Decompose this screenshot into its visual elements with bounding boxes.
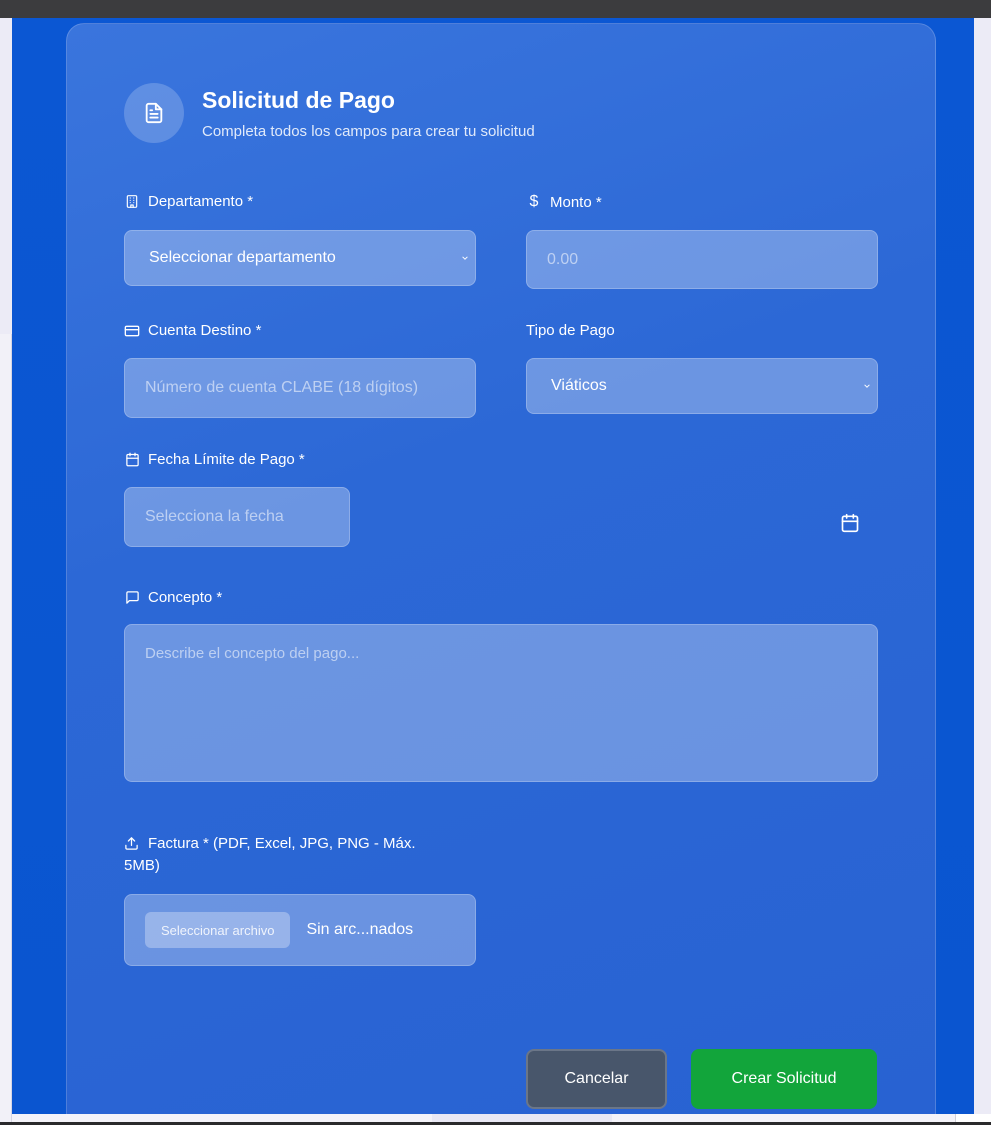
cancel-button[interactable]: Cancelar xyxy=(526,1049,667,1109)
tipo-select[interactable]: Viáticos xyxy=(526,358,878,414)
monto-placeholder: 0.00 xyxy=(547,250,579,268)
departamento-select[interactable]: Seleccionar departamento xyxy=(124,230,476,286)
factura-label-line1: Factura * (PDF, Excel, JPG, PNG - Máx. xyxy=(148,835,416,852)
file-status: Sin arc...nados xyxy=(306,921,414,938)
concepto-label-text: Concepto * xyxy=(148,589,223,606)
factura-label: Factura * (PDF, Excel, JPG, PNG - Máx. 5… xyxy=(124,833,484,877)
browser-top-bar xyxy=(0,0,991,18)
page-background-left xyxy=(0,334,12,1125)
concepto-placeholder: Describe el concepto del pago... xyxy=(145,645,360,662)
cuenta-label: Cuenta Destino * xyxy=(124,322,261,339)
fecha-input[interactable]: Selecciona la fecha xyxy=(124,487,350,547)
tipo-select-value: Viáticos xyxy=(551,377,607,394)
chevron-down-icon xyxy=(462,256,468,260)
fecha-placeholder: Selecciona la fecha xyxy=(145,508,284,525)
fecha-label-text: Fecha Límite de Pago * xyxy=(148,451,305,468)
fecha-label: Fecha Límite de Pago * xyxy=(124,451,305,468)
dollar-icon: $ xyxy=(529,193,539,210)
concepto-label: Concepto * xyxy=(124,589,222,606)
credit-card-icon xyxy=(124,323,140,339)
payment-request-form: Solicitud de Pago Completa todos los cam… xyxy=(66,23,936,1114)
select-file-button[interactable]: Seleccionar archivo xyxy=(145,912,291,948)
monto-input[interactable]: 0.00 xyxy=(526,230,878,289)
form-subtitle: Completa todos los campos para crear tu … xyxy=(202,123,535,140)
departamento-label: Departamento * xyxy=(124,193,253,210)
cuenta-label-text: Cuenta Destino * xyxy=(148,322,262,339)
departamento-label-text: Departamento * xyxy=(148,193,254,210)
monto-label: $ Monto * xyxy=(526,193,602,211)
chevron-down-icon xyxy=(864,384,870,388)
calendar-picker-icon[interactable] xyxy=(840,513,860,533)
document-icon xyxy=(124,83,184,143)
create-request-button[interactable]: Crear Solicitud xyxy=(691,1049,877,1109)
cuenta-placeholder: Número de cuenta CLABE (18 dígitos) xyxy=(145,379,419,396)
factura-file-input[interactable]: Seleccionar archivo Sin arc...nados xyxy=(124,894,476,966)
departamento-select-value: Seleccionar departamento xyxy=(149,249,336,266)
tipo-label-text: Tipo de Pago xyxy=(526,322,615,339)
cuenta-input[interactable]: Número de cuenta CLABE (18 dígitos) xyxy=(124,358,476,418)
form-title: Solicitud de Pago xyxy=(202,87,395,113)
upload-icon xyxy=(124,836,140,852)
factura-label-line2: 5MB) xyxy=(124,857,160,874)
calendar-icon xyxy=(124,452,140,468)
tipo-label: Tipo de Pago xyxy=(526,322,615,339)
building-icon xyxy=(124,194,140,210)
concepto-textarea[interactable]: Describe el concepto del pago... xyxy=(124,624,878,782)
monto-label-text: Monto * xyxy=(550,193,602,211)
message-icon xyxy=(124,590,140,606)
modal-overlay: Solicitud de Pago Completa todos los cam… xyxy=(12,18,974,1114)
